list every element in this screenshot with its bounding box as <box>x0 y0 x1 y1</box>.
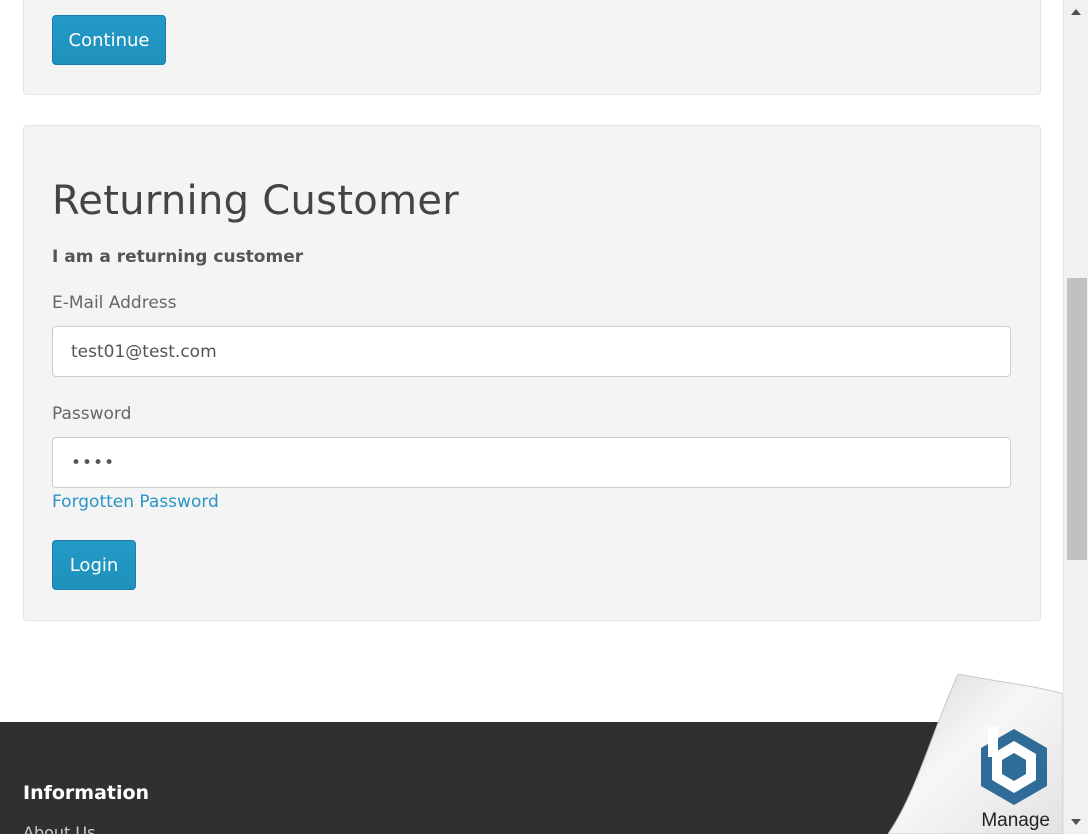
email-label: E-Mail Address <box>52 293 177 313</box>
password-field-value: •••• <box>71 452 116 473</box>
manage-widget[interactable]: Manage <box>887 673 1063 834</box>
page-content: Continue Returning Customer I am a retur… <box>0 0 1063 834</box>
manage-label: Manage <box>981 810 1050 831</box>
footer-link-about-us[interactable]: About Us <box>23 823 95 834</box>
forgotten-password-link[interactable]: Forgotten Password <box>52 492 219 512</box>
returning-customer-panel: Returning Customer I am a returning cust… <box>23 125 1041 621</box>
scroll-down-arrow-icon[interactable] <box>1071 819 1081 825</box>
new-customer-panel: Continue <box>23 0 1041 95</box>
email-field[interactable]: test01@test.com <box>52 326 1011 377</box>
password-label: Password <box>52 404 132 424</box>
vertical-scrollbar[interactable] <box>1063 0 1088 834</box>
scroll-up-arrow-icon[interactable] <box>1071 9 1081 15</box>
password-field[interactable]: •••• <box>52 437 1011 488</box>
returning-customer-title: Returning Customer <box>52 178 460 224</box>
continue-button[interactable]: Continue <box>52 15 166 65</box>
login-button[interactable]: Login <box>52 540 136 590</box>
returning-customer-subtitle: I am a returning customer <box>52 247 304 267</box>
scrollbar-thumb[interactable] <box>1067 278 1087 560</box>
email-field-value: test01@test.com <box>71 341 217 362</box>
footer-heading-information: Information <box>23 782 150 804</box>
